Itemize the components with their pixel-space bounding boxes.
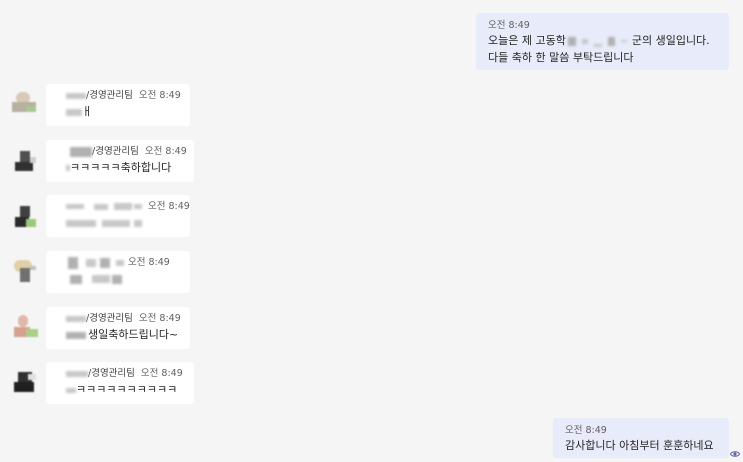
- redacted-sender-name: [66, 315, 86, 322]
- redacted-text: [134, 219, 142, 227]
- sender-team: /경영관리팀: [92, 146, 139, 157]
- redacted-sender-name: [134, 204, 142, 209]
- message-time: 오전 8:49: [488, 20, 530, 31]
- message-text: ㅋㅋㅋㅋㅋ축하합니다: [58, 160, 184, 176]
- message-text: ㅐ: [58, 104, 180, 120]
- message-text-line: 감사합니다 아침부터 훈훈하네요: [565, 439, 714, 452]
- redacted-text: [66, 331, 86, 339]
- message-time: 오전 8:49: [128, 257, 170, 268]
- avatar[interactable]: [12, 258, 40, 286]
- avatar[interactable]: [12, 370, 40, 398]
- chat-pane: 오전 8:49 오늘은 제 고동학 군의 생일입니다. 다들 축하 한 말씀 부탁…: [0, 0, 743, 462]
- avatar[interactable]: [12, 90, 40, 118]
- redacted-sender-name: [86, 258, 96, 267]
- message-time: 오전 8:49: [148, 201, 190, 212]
- redacted-name: [581, 38, 588, 44]
- incoming-message[interactable]: /경영관리팀 오전 8:49 ㅋㅋㅋㅋㅋㅋㅋㅋㅋㅋ: [46, 362, 194, 404]
- redacted-text: [66, 387, 76, 393]
- message-text-prefix: 오늘은 제 고동학: [488, 34, 566, 47]
- redacted-sender-name: [100, 257, 110, 268]
- message-header: 오전 8:49: [58, 255, 180, 271]
- redacted-sender-name: [94, 203, 108, 210]
- message-time: 오전 8:49: [138, 90, 181, 101]
- message-text-line: 오늘은 제 고동학 군의 생일입니다.: [488, 32, 717, 49]
- message-time: 오전 8:49: [138, 313, 181, 324]
- redacted-text: [66, 108, 82, 116]
- incoming-message[interactable]: 오전 8:49: [46, 251, 190, 293]
- incoming-message[interactable]: /경영관리팀 오전 8:49 ㅐ: [46, 84, 190, 126]
- sender-team: /경영관리팀: [86, 313, 133, 324]
- redacted-name: [620, 40, 627, 42]
- message-header: 오전 8:49: [58, 199, 190, 215]
- message-text: ㅋㅋㅋㅋㅋㅋㅋㅋㅋㅋ: [58, 382, 184, 398]
- outgoing-message[interactable]: 오전 8:49 감사합니다 아침부터 훈훈하네요: [553, 418, 729, 458]
- message-text: [58, 271, 180, 287]
- redacted-sender-name: [116, 259, 124, 266]
- message-text: [58, 215, 180, 231]
- redacted-sender-name: [70, 146, 92, 157]
- message-header: /경영관리팀 오전 8:49: [58, 366, 184, 382]
- message-text-line: 다들 축하 한 말씀 부탁드립니다: [488, 51, 634, 64]
- message-header: /경영관리팀 오전 8:49: [58, 311, 181, 327]
- message-text-suffix: 군의 생일입니다.: [631, 34, 710, 47]
- redacted-text: [92, 275, 110, 283]
- avatar[interactable]: [12, 203, 40, 231]
- incoming-message[interactable]: 오전 8:49: [46, 195, 190, 237]
- message-header: /경영관리팀 오전 8:49: [58, 144, 187, 160]
- redacted-sender-name: [66, 92, 86, 99]
- message-header: /경영관리팀 오전 8:49: [58, 88, 181, 104]
- redacted-text: [66, 165, 70, 171]
- redacted-name: [593, 43, 602, 47]
- redacted-name: [567, 36, 576, 46]
- redacted-text: [102, 219, 130, 227]
- redacted-text: [70, 274, 82, 284]
- redacted-sender-name: [68, 256, 78, 269]
- sender-team: /경영관리팀: [88, 368, 135, 379]
- incoming-message[interactable]: /경영관리팀 오전 8:49 생일축하드립니다~: [46, 307, 190, 349]
- message-time: 오전 8:49: [140, 368, 183, 379]
- redacted-sender-name: [114, 203, 132, 210]
- sender-team: /경영관리팀: [86, 90, 133, 101]
- redacted-sender-name: [66, 204, 84, 209]
- incoming-message[interactable]: /경영관리팀 오전 8:49 ㅋㅋㅋㅋㅋ축하합니다: [46, 140, 194, 182]
- redacted-text: [112, 274, 122, 284]
- message-text: 생일축하드립니다~: [58, 327, 180, 343]
- redacted-sender-name: [66, 370, 88, 377]
- outgoing-message[interactable]: 오전 8:49 오늘은 제 고동학 군의 생일입니다. 다들 축하 한 말씀 부탁…: [476, 13, 729, 70]
- avatar[interactable]: [12, 147, 40, 175]
- redacted-name: [607, 36, 615, 46]
- eye-icon: [730, 451, 740, 457]
- message-time: 오전 8:49: [565, 425, 607, 436]
- avatar[interactable]: [12, 313, 40, 341]
- message-time: 오전 8:49: [144, 146, 187, 157]
- redacted-text: [66, 219, 96, 227]
